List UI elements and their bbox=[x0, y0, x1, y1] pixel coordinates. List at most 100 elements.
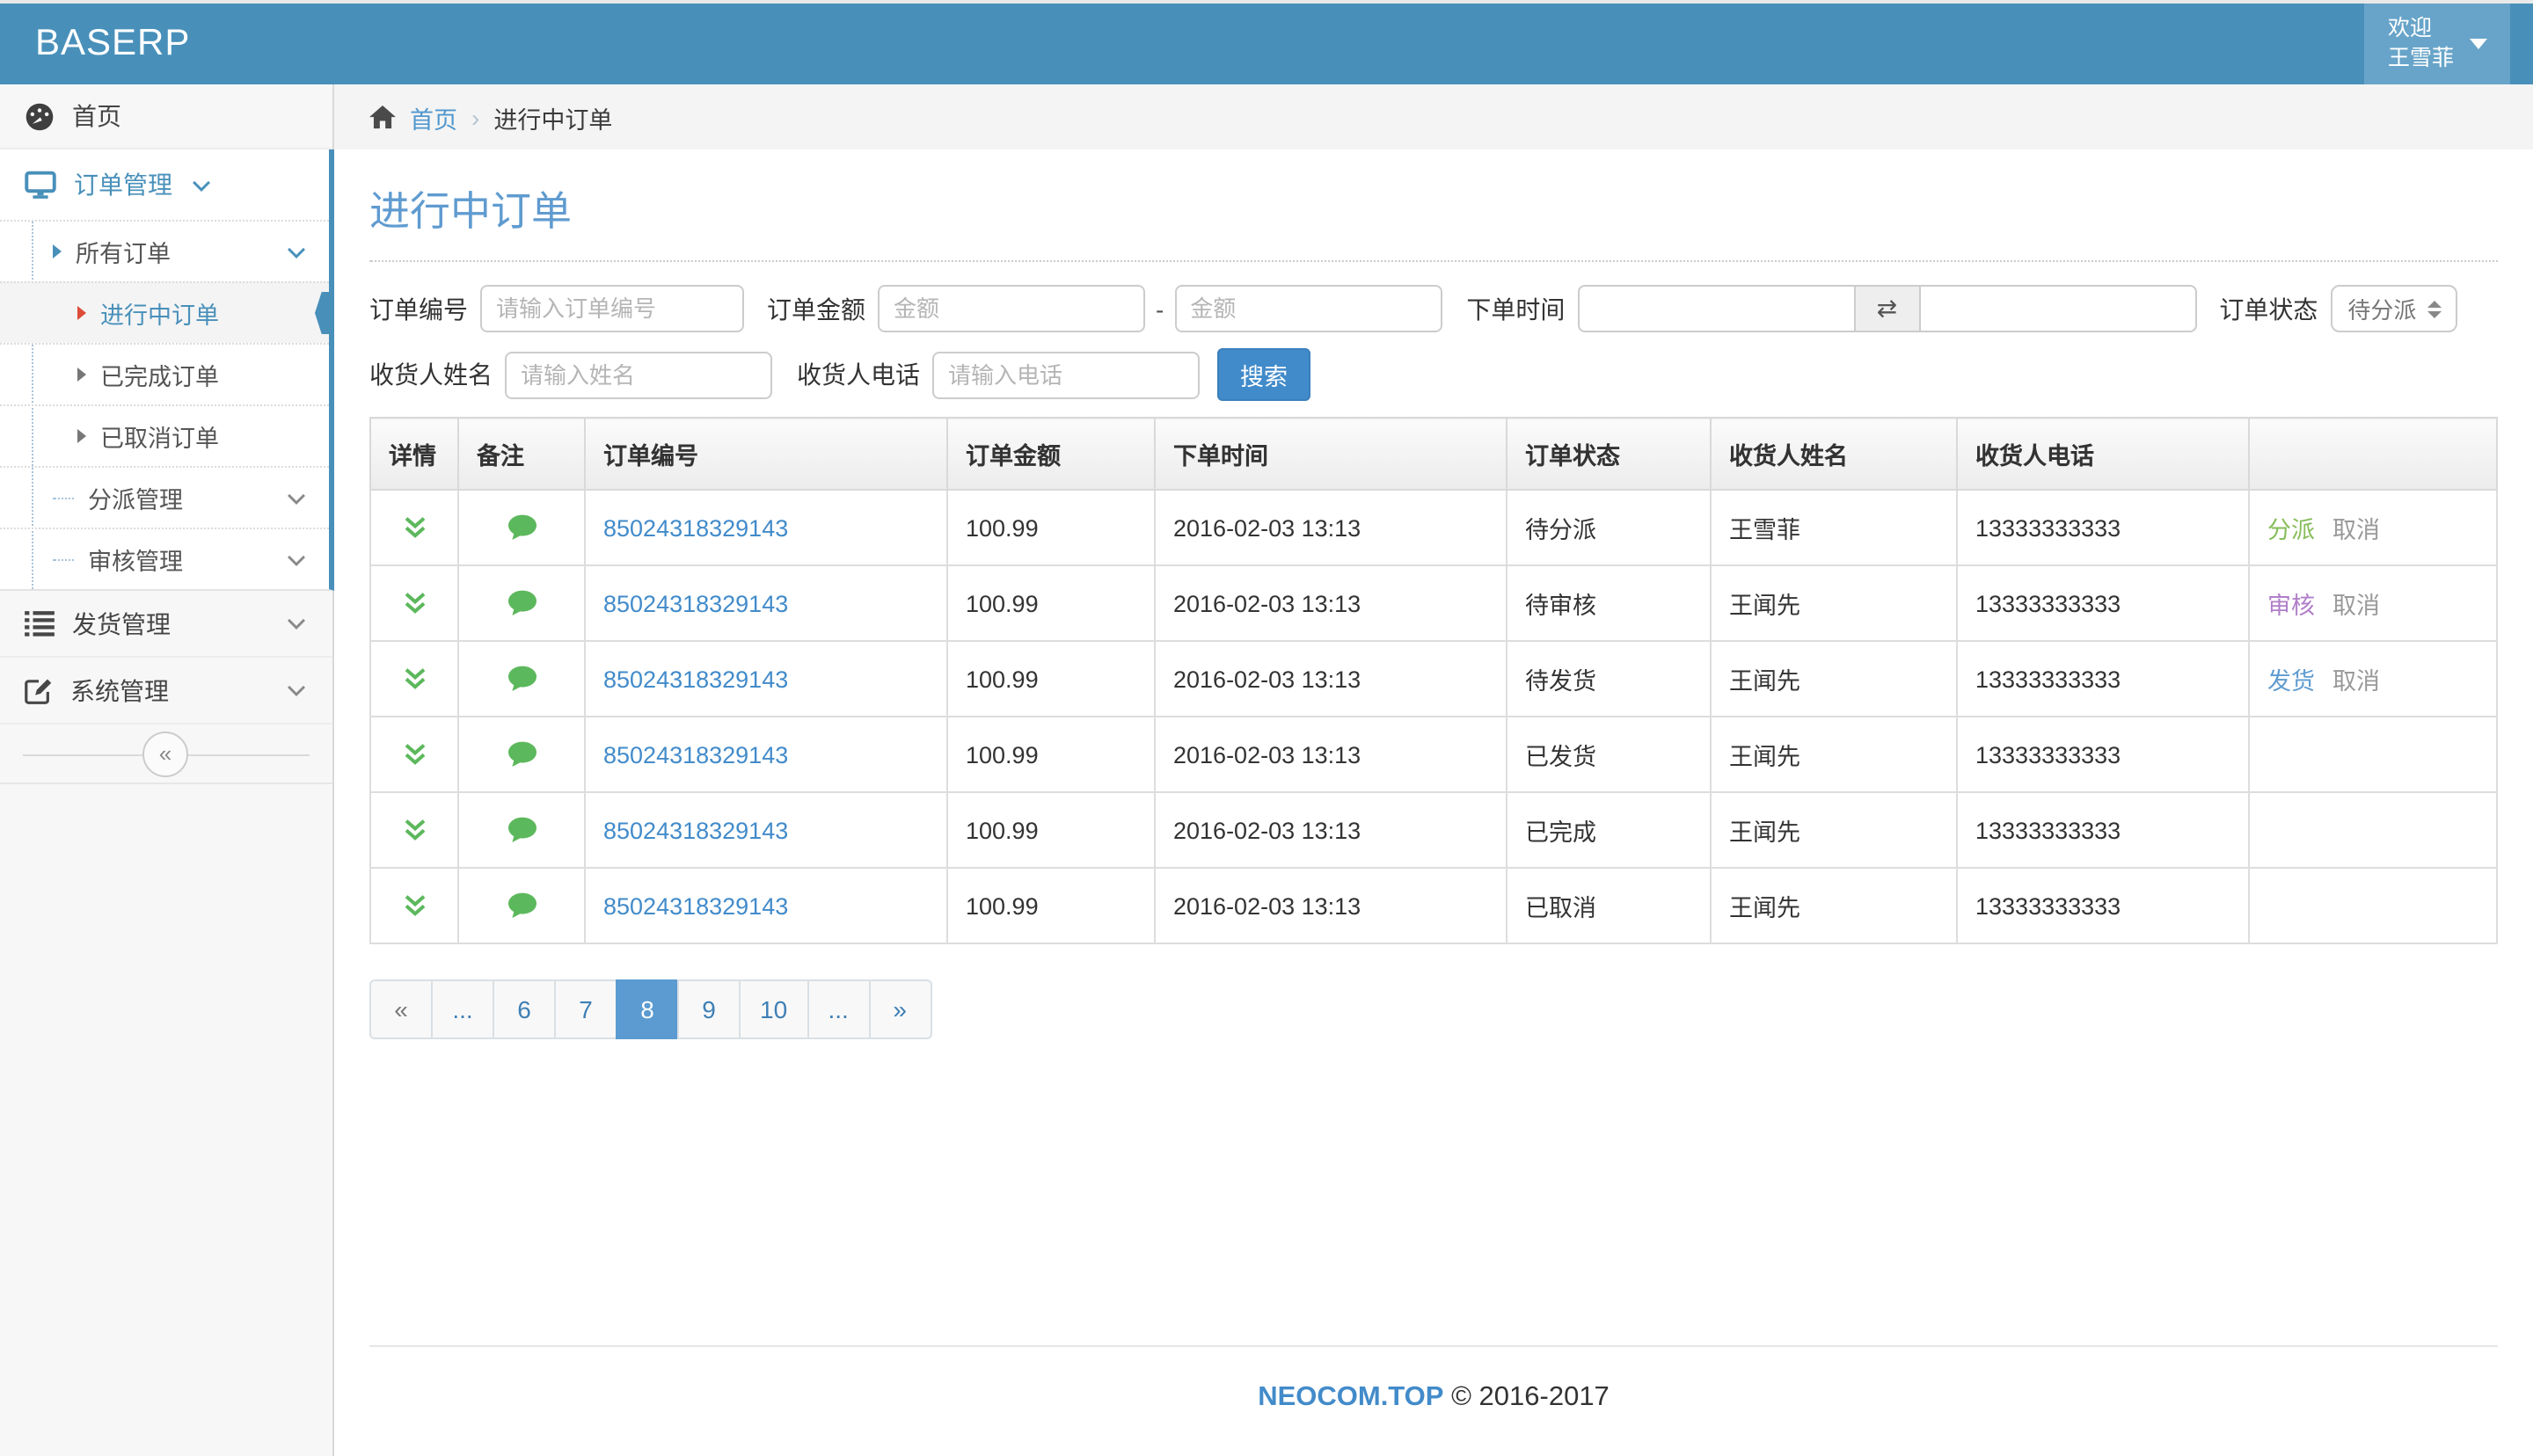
sidebar-submenu-order-mgmt: 所有订单 进行中订单 已完成订单 已取消订单 bbox=[0, 220, 329, 589]
receiver-phone-input[interactable] bbox=[932, 351, 1200, 398]
order-number-link[interactable]: 85024318329143 bbox=[603, 514, 788, 541]
sidebar-item-shipping-mgmt[interactable]: 发货管理 bbox=[0, 591, 332, 658]
receiver-name-input[interactable] bbox=[505, 351, 772, 398]
angle-double-down-icon[interactable] bbox=[400, 892, 428, 920]
comment-icon[interactable] bbox=[506, 892, 537, 920]
pagination-page-7[interactable]: 7 bbox=[554, 979, 617, 1039]
sidebar-item-all-orders[interactable]: 所有订单 bbox=[0, 220, 329, 281]
pagination-ellipsis[interactable]: ... bbox=[431, 979, 494, 1039]
amount-max-input[interactable] bbox=[1174, 285, 1442, 332]
order-number-link[interactable]: 85024318329143 bbox=[603, 892, 788, 919]
order-number-cell: 85024318329143 bbox=[585, 717, 947, 792]
sidebar-collapse-button[interactable]: « bbox=[142, 731, 188, 776]
amount-min-input[interactable] bbox=[878, 285, 1145, 332]
dispatch-action[interactable]: 分派 bbox=[2267, 517, 2315, 543]
sidebar-review-mgmt-label: 审核管理 bbox=[88, 542, 271, 577]
date-to-input[interactable] bbox=[1918, 285, 2196, 332]
amount-label: 订单金额 bbox=[767, 291, 865, 326]
angle-double-down-icon[interactable] bbox=[400, 665, 428, 693]
tree-connector bbox=[53, 558, 74, 560]
table-row: 85024318329143100.992016-02-03 13:13待分派王… bbox=[370, 490, 2497, 565]
order-number-cell: 85024318329143 bbox=[585, 641, 947, 717]
pagination-prev[interactable]: « bbox=[369, 979, 433, 1039]
comment-icon[interactable] bbox=[506, 665, 537, 693]
pagination-page-8[interactable]: 8 bbox=[616, 979, 679, 1039]
footer-site-link[interactable]: NEOCOM.TOP bbox=[1258, 1382, 1443, 1412]
amount-range-separator: - bbox=[1156, 295, 1164, 323]
table-row: 85024318329143100.992016-02-03 13:13待审核王… bbox=[370, 565, 2497, 641]
order-number-link[interactable]: 85024318329143 bbox=[603, 817, 788, 843]
order-amount-cell: 100.99 bbox=[947, 792, 1155, 868]
comment-icon[interactable] bbox=[506, 816, 537, 844]
monitor-icon bbox=[25, 170, 56, 200]
sidebar-item-review-mgmt[interactable]: 审核管理 bbox=[0, 528, 329, 589]
table-header-row: 详情备注订单编号订单金额下单时间订单状态收货人姓名收货人电话 bbox=[370, 418, 2497, 490]
sidebar-in-progress-label: 进行中订单 bbox=[100, 295, 308, 331]
comment-icon[interactable] bbox=[506, 513, 537, 542]
order-amount-cell: 100.99 bbox=[947, 717, 1155, 792]
order-no-label: 订单编号 bbox=[369, 291, 468, 326]
receiver-phone-cell: 13333333333 bbox=[1957, 717, 2249, 792]
caret-down-icon bbox=[2470, 39, 2487, 49]
pagination-ellipsis[interactable]: ... bbox=[807, 979, 870, 1039]
pagination-item: 7 bbox=[556, 979, 617, 1039]
search-button[interactable]: 搜索 bbox=[1217, 348, 1310, 401]
pencil-square-icon bbox=[25, 676, 53, 704]
swap-dates-button[interactable]: ⇄ bbox=[1855, 285, 1918, 332]
sidebar-item-cancelled-orders[interactable]: 已取消订单 bbox=[0, 404, 329, 466]
app: BASERP 欢迎 王雪菲 首页 订单管理 bbox=[0, 0, 2533, 1456]
order-number-cell: 85024318329143 bbox=[585, 490, 947, 565]
angle-double-down-icon[interactable] bbox=[400, 740, 428, 768]
navbar-spacer bbox=[334, 4, 2365, 84]
angle-double-down-icon[interactable] bbox=[400, 816, 428, 844]
caret-right-icon bbox=[53, 244, 62, 258]
breadcrumb-home-link[interactable]: 首页 bbox=[410, 99, 457, 135]
order-time-cell: 2016-02-03 13:13 bbox=[1155, 565, 1507, 641]
order-status-cell: 已取消 bbox=[1507, 868, 1711, 943]
receiver-name-cell: 王雪菲 bbox=[1711, 490, 1957, 565]
pagination-page-6[interactable]: 6 bbox=[493, 979, 556, 1039]
pagination-page-9[interactable]: 9 bbox=[677, 979, 741, 1039]
order-number-link[interactable]: 85024318329143 bbox=[603, 590, 788, 616]
order-number-link[interactable]: 85024318329143 bbox=[603, 741, 788, 768]
detail-cell bbox=[370, 717, 458, 792]
order-time-cell: 2016-02-03 13:13 bbox=[1155, 490, 1507, 565]
sidebar-item-dispatch-mgmt[interactable]: 分派管理 bbox=[0, 466, 329, 528]
user-menu-toggle[interactable]: 欢迎 王雪菲 bbox=[2365, 4, 2510, 84]
order-no-input[interactable] bbox=[480, 285, 744, 332]
date-from-input[interactable] bbox=[1577, 285, 1855, 332]
review-action[interactable]: 审核 bbox=[2267, 593, 2315, 619]
username-label: 王雪菲 bbox=[2388, 44, 2454, 74]
sidebar-item-order-mgmt[interactable]: 订单管理 bbox=[0, 149, 329, 220]
receiver-phone-cell: 13333333333 bbox=[1957, 641, 2249, 717]
order-status-cell: 待分派 bbox=[1507, 490, 1711, 565]
chevron-down-icon bbox=[285, 486, 308, 509]
column-header: 订单编号 bbox=[585, 418, 947, 490]
sidebar-system-mgmt-label: 系统管理 bbox=[70, 673, 267, 708]
angle-double-down-icon[interactable] bbox=[400, 589, 428, 617]
pagination-page-10[interactable]: 10 bbox=[739, 979, 808, 1039]
chevron-down-icon bbox=[285, 240, 308, 263]
pagination-next[interactable]: » bbox=[868, 979, 931, 1039]
sidebar-item-home[interactable]: 首页 bbox=[0, 84, 332, 149]
order-time-label: 下单时间 bbox=[1466, 291, 1565, 326]
cancel-action[interactable]: 取消 bbox=[2332, 593, 2380, 619]
sidebar-collapse-row: « bbox=[0, 724, 332, 784]
note-cell bbox=[458, 792, 585, 868]
note-cell bbox=[458, 490, 585, 565]
content-area: 首页 › 进行中订单 进行中订单 订单编号 订单金额 - 下单时间 bbox=[334, 84, 2533, 1456]
actions-cell bbox=[2249, 717, 2497, 792]
cancel-action[interactable]: 取消 bbox=[2332, 668, 2380, 695]
detail-cell bbox=[370, 792, 458, 868]
order-status-select[interactable]: 待分派 bbox=[2330, 285, 2456, 332]
angle-double-down-icon[interactable] bbox=[400, 513, 428, 542]
ship-action[interactable]: 发货 bbox=[2267, 668, 2315, 695]
sidebar-item-completed-orders[interactable]: 已完成订单 bbox=[0, 343, 329, 404]
cancel-action[interactable]: 取消 bbox=[2332, 517, 2380, 543]
comment-icon[interactable] bbox=[506, 589, 537, 617]
sidebar-item-system-mgmt[interactable]: 系统管理 bbox=[0, 658, 332, 724]
sidebar-item-in-progress-orders[interactable]: 进行中订单 bbox=[0, 281, 329, 343]
order-number-link[interactable]: 85024318329143 bbox=[603, 666, 788, 692]
comment-icon[interactable] bbox=[506, 740, 537, 768]
pagination-item: « bbox=[369, 979, 433, 1039]
